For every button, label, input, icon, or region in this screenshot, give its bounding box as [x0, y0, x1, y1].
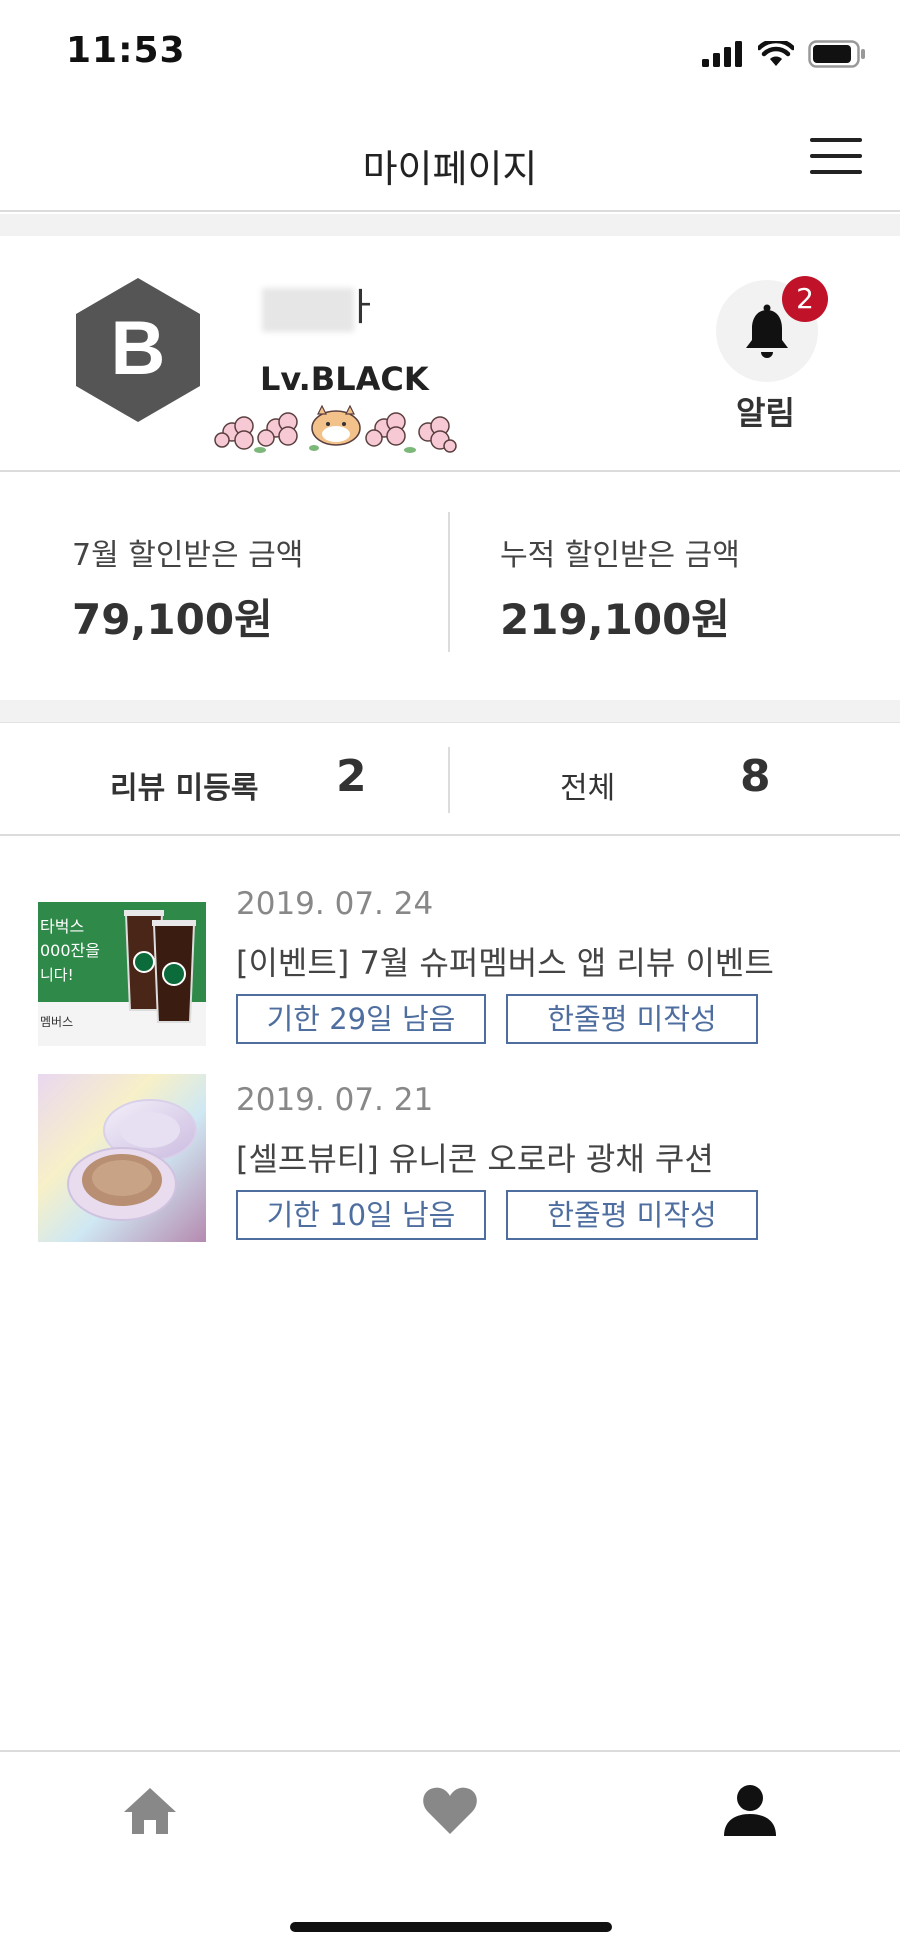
wifi-icon — [758, 41, 794, 66]
battery-icon — [808, 40, 865, 68]
page-title: 마이페이지 — [362, 147, 538, 191]
level-badge-icon: B — [76, 278, 200, 422]
level-label: Lv.BLACK — [260, 360, 429, 398]
monthly-discount-value: 79,100원 — [72, 595, 273, 644]
review-status-tag[interactable]: 한줄평 미작성 — [506, 1190, 758, 1240]
discount-summary: 7월 할인받은 금액 79,100원 누적 할인받은 금액 219,100원 — [0, 474, 900, 700]
name-blur — [262, 287, 354, 332]
deadline-tag[interactable]: 기한 29일 남음 — [236, 994, 486, 1044]
coffee-thumbnail-image: 타벅스 000잔을 니다! 멤버스 — [38, 878, 206, 1046]
hamburger-menu-icon[interactable] — [810, 138, 862, 178]
tab-all-reviews[interactable]: 전체 — [560, 763, 615, 807]
svg-text:멤버스: 멤버스 — [40, 1015, 73, 1029]
signal-icon — [702, 41, 742, 67]
status-time: 11:53 — [66, 30, 186, 71]
list-item[interactable]: 2019. 07. 21 [셀프뷰티] 유니콘 오로라 광채 쿠션 기한 10일… — [0, 1074, 900, 1250]
item-date: 2019. 07. 21 — [236, 1082, 434, 1118]
review-summary-bar: 리뷰 미등록 2 전체 8 — [0, 722, 900, 836]
bottom-tab-bar — [0, 1750, 900, 1949]
nav-bar: 마이페이지 — [0, 100, 900, 212]
svg-text:000잔을: 000잔을 — [40, 941, 100, 960]
list-item[interactable]: 타벅스 000잔을 니다! 멤버스 2019. 07. 24 [이벤트] 7월 … — [0, 878, 900, 1054]
section-divider — [0, 700, 900, 722]
all-review-count: 8 — [740, 751, 771, 802]
status-bar: 11:53 — [0, 0, 900, 100]
monthly-discount-label: 7월 할인받은 금액 — [72, 538, 304, 573]
person-icon[interactable] — [720, 1780, 780, 1840]
cushion-thumbnail-image — [38, 1074, 206, 1242]
profile-section: B ㅏ Lv.BLACK 2 알림 — [0, 236, 900, 472]
deadline-tag[interactable]: 기한 10일 남음 — [236, 1190, 486, 1240]
heart-icon[interactable] — [420, 1780, 480, 1840]
item-thumbnail: 타벅스 000잔을 니다! 멤버스 — [38, 878, 206, 1046]
home-icon[interactable] — [120, 1780, 180, 1840]
status-icons — [702, 40, 866, 68]
badge-letter: B — [111, 306, 166, 391]
item-thumbnail — [38, 1074, 206, 1242]
review-bar-divider — [448, 747, 450, 813]
item-title[interactable]: [셀프뷰티] 유니콘 오로라 광채 쿠션 — [236, 1134, 714, 1180]
home-indicator — [290, 1922, 612, 1932]
item-date: 2019. 07. 24 — [236, 886, 434, 922]
flower-decoration-icon — [214, 404, 457, 453]
pending-review-count: 2 — [336, 751, 367, 802]
discount-divider — [448, 512, 450, 652]
item-title[interactable]: [이벤트] 7월 슈퍼멤버스 앱 리뷰 이벤트 — [236, 938, 774, 984]
total-discount-value: 219,100원 — [500, 595, 730, 644]
user-name: ㅏ — [262, 276, 379, 332]
svg-text:타벅스: 타벅스 — [40, 917, 84, 936]
tab-pending-reviews[interactable]: 리뷰 미등록 — [110, 763, 258, 807]
review-status-tag[interactable]: 한줄평 미작성 — [506, 994, 758, 1044]
notification-count-badge: 2 — [782, 276, 828, 322]
total-discount-label: 누적 할인받은 금액 — [500, 538, 740, 573]
svg-text:니다!: 니다! — [40, 966, 74, 984]
notification-label[interactable]: 알림 — [736, 388, 795, 434]
section-divider — [0, 214, 900, 236]
